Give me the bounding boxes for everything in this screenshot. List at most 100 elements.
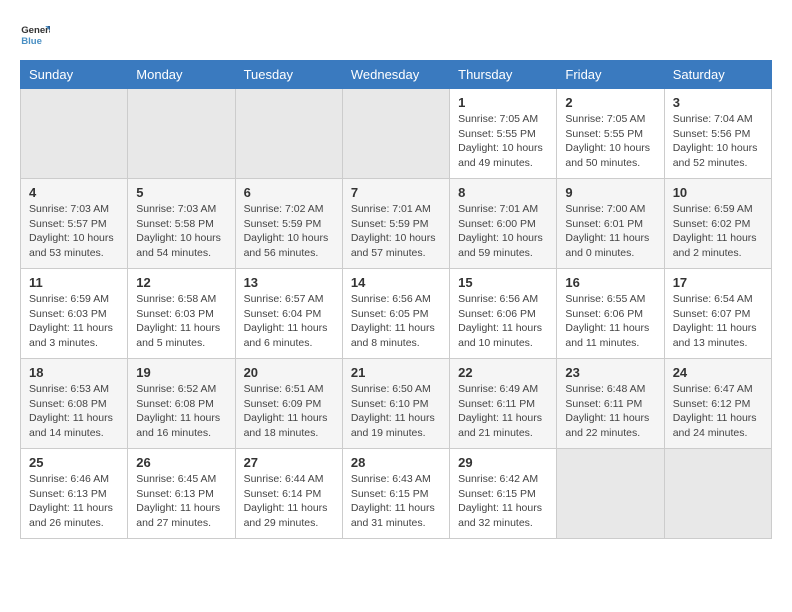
calendar-cell: 12Sunrise: 6:58 AM Sunset: 6:03 PM Dayli…	[128, 269, 235, 359]
day-number: 6	[244, 185, 334, 200]
day-header-friday: Friday	[557, 61, 664, 89]
day-info: Sunrise: 6:57 AM Sunset: 6:04 PM Dayligh…	[244, 292, 334, 351]
day-info: Sunrise: 6:46 AM Sunset: 6:13 PM Dayligh…	[29, 472, 119, 531]
calendar-cell: 2 Sunrise: 7:05 AM Sunset: 5:55 PM Daylig…	[557, 89, 664, 179]
day-info: Sunrise: 6:56 AM Sunset: 6:06 PM Dayligh…	[458, 292, 548, 351]
day-number: 28	[351, 455, 441, 470]
calendar-cell: 11 Sunrise: 6:59 AM Sunset: 6:03 PM Dayli…	[21, 269, 128, 359]
calendar-cell: 21 Sunrise: 6:50 AM Sunset: 6:10 PM Dayli…	[342, 359, 449, 449]
calendar-cell: 27 Sunrise: 6:44 AM Sunset: 6:14 PM Dayli…	[235, 449, 342, 539]
calendar-cell: 3 Sunrise: 7:04 AM Sunset: 5:56 PM Daylig…	[664, 89, 771, 179]
day-number: 7	[351, 185, 441, 200]
calendar-cell	[21, 89, 128, 179]
day-info: Sunrise: 6:52 AM Sunset: 6:08 PM Dayligh…	[136, 382, 226, 441]
day-info: Sunrise: 7:02 AM Sunset: 5:59 PM Dayligh…	[244, 202, 334, 261]
calendar-cell	[235, 89, 342, 179]
day-info: Sunrise: 6:47 AM Sunset: 6:12 PM Dayligh…	[673, 382, 763, 441]
day-number: 4	[29, 185, 119, 200]
day-header-thursday: Thursday	[450, 61, 557, 89]
day-number: 21	[351, 365, 441, 380]
day-number: 10	[673, 185, 763, 200]
day-info: Sunrise: 7:01 AM Sunset: 5:59 PM Dayligh…	[351, 202, 441, 261]
calendar-cell	[342, 89, 449, 179]
day-info: Sunrise: 6:45 AM Sunset: 6:13 PM Dayligh…	[136, 472, 226, 531]
day-info: Sunrise: 7:05 AM Sunset: 5:55 PM Dayligh…	[458, 112, 548, 171]
calendar-cell: 10 Sunrise: 6:59 AM Sunset: 6:02 PM Dayli…	[664, 179, 771, 269]
day-number: 14	[351, 275, 441, 290]
day-number: 27	[244, 455, 334, 470]
day-info: Sunrise: 6:42 AM Sunset: 6:15 PM Dayligh…	[458, 472, 548, 531]
day-info: Sunrise: 6:59 AM Sunset: 6:03 PM Dayligh…	[29, 292, 119, 351]
calendar-table: SundayMondayTuesdayWednesdayThursdayFrid…	[20, 60, 772, 539]
day-number: 11	[29, 275, 119, 290]
calendar-cell: 29 Sunrise: 6:42 AM Sunset: 6:15 PM Dayli…	[450, 449, 557, 539]
calendar-cell: 7 Sunrise: 7:01 AM Sunset: 5:59 PM Daylig…	[342, 179, 449, 269]
day-info: Sunrise: 6:44 AM Sunset: 6:14 PM Dayligh…	[244, 472, 334, 531]
day-header-saturday: Saturday	[664, 61, 771, 89]
day-number: 17	[673, 275, 763, 290]
header-row: SundayMondayTuesdayWednesdayThursdayFrid…	[21, 61, 772, 89]
calendar-cell: 8 Sunrise: 7:01 AM Sunset: 6:00 PM Daylig…	[450, 179, 557, 269]
calendar-cell: 13 Sunrise: 6:57 AM Sunset: 6:04 PM Dayli…	[235, 269, 342, 359]
day-info: Sunrise: 6:59 AM Sunset: 6:02 PM Dayligh…	[673, 202, 763, 261]
week-row-1: 1 Sunrise: 7:05 AM Sunset: 5:55 PM Daylig…	[21, 89, 772, 179]
week-row-4: 18Sunrise: 6:53 AM Sunset: 6:08 PM Dayli…	[21, 359, 772, 449]
day-info: Sunrise: 7:05 AM Sunset: 5:55 PM Dayligh…	[565, 112, 655, 171]
day-number: 8	[458, 185, 548, 200]
calendar-cell: 19 Sunrise: 6:52 AM Sunset: 6:08 PM Dayli…	[128, 359, 235, 449]
calendar-cell: 15 Sunrise: 6:56 AM Sunset: 6:06 PM Dayli…	[450, 269, 557, 359]
calendar-cell: 18Sunrise: 6:53 AM Sunset: 6:08 PM Dayli…	[21, 359, 128, 449]
day-number: 25	[29, 455, 119, 470]
calendar-cell: 25 Sunrise: 6:46 AM Sunset: 6:13 PM Dayli…	[21, 449, 128, 539]
day-number: 26	[136, 455, 226, 470]
calendar-cell: 22 Sunrise: 6:49 AM Sunset: 6:11 PM Dayli…	[450, 359, 557, 449]
week-row-2: 4 Sunrise: 7:03 AM Sunset: 5:57 PM Daylig…	[21, 179, 772, 269]
day-number: 24	[673, 365, 763, 380]
calendar-cell	[128, 89, 235, 179]
calendar-cell: 14Sunrise: 6:56 AM Sunset: 6:05 PM Dayli…	[342, 269, 449, 359]
logo-icon: General Blue	[20, 20, 50, 50]
calendar-cell	[664, 449, 771, 539]
day-number: 16	[565, 275, 655, 290]
calendar-cell: 24 Sunrise: 6:47 AM Sunset: 6:12 PM Dayli…	[664, 359, 771, 449]
day-number: 29	[458, 455, 548, 470]
calendar-cell: 6 Sunrise: 7:02 AM Sunset: 5:59 PM Daylig…	[235, 179, 342, 269]
day-number: 20	[244, 365, 334, 380]
day-info: Sunrise: 7:03 AM Sunset: 5:58 PM Dayligh…	[136, 202, 226, 261]
day-number: 15	[458, 275, 548, 290]
day-number: 1	[458, 95, 548, 110]
day-number: 9	[565, 185, 655, 200]
page-header: General Blue	[20, 20, 772, 50]
day-info: Sunrise: 6:51 AM Sunset: 6:09 PM Dayligh…	[244, 382, 334, 441]
calendar-cell: 4 Sunrise: 7:03 AM Sunset: 5:57 PM Daylig…	[21, 179, 128, 269]
calendar-cell: 1 Sunrise: 7:05 AM Sunset: 5:55 PM Daylig…	[450, 89, 557, 179]
day-info: Sunrise: 7:01 AM Sunset: 6:00 PM Dayligh…	[458, 202, 548, 261]
day-number: 19	[136, 365, 226, 380]
day-info: Sunrise: 6:50 AM Sunset: 6:10 PM Dayligh…	[351, 382, 441, 441]
day-info: Sunrise: 7:03 AM Sunset: 5:57 PM Dayligh…	[29, 202, 119, 261]
day-info: Sunrise: 6:43 AM Sunset: 6:15 PM Dayligh…	[351, 472, 441, 531]
calendar-cell: 9Sunrise: 7:00 AM Sunset: 6:01 PM Daylig…	[557, 179, 664, 269]
week-row-5: 25 Sunrise: 6:46 AM Sunset: 6:13 PM Dayli…	[21, 449, 772, 539]
day-info: Sunrise: 6:49 AM Sunset: 6:11 PM Dayligh…	[458, 382, 548, 441]
svg-text:Blue: Blue	[21, 36, 42, 47]
day-info: Sunrise: 7:04 AM Sunset: 5:56 PM Dayligh…	[673, 112, 763, 171]
calendar-cell	[557, 449, 664, 539]
day-number: 22	[458, 365, 548, 380]
day-header-sunday: Sunday	[21, 61, 128, 89]
calendar-cell: 17 Sunrise: 6:54 AM Sunset: 6:07 PM Dayli…	[664, 269, 771, 359]
calendar-cell: 26 Sunrise: 6:45 AM Sunset: 6:13 PM Dayli…	[128, 449, 235, 539]
day-info: Sunrise: 6:48 AM Sunset: 6:11 PM Dayligh…	[565, 382, 655, 441]
calendar-cell: 23Sunrise: 6:48 AM Sunset: 6:11 PM Dayli…	[557, 359, 664, 449]
calendar-cell: 16 Sunrise: 6:55 AM Sunset: 6:06 PM Dayli…	[557, 269, 664, 359]
day-info: Sunrise: 6:58 AM Sunset: 6:03 PM Dayligh…	[136, 292, 226, 351]
day-number: 2	[565, 95, 655, 110]
svg-text:General: General	[21, 25, 50, 36]
logo: General Blue	[20, 20, 50, 50]
day-info: Sunrise: 6:54 AM Sunset: 6:07 PM Dayligh…	[673, 292, 763, 351]
day-header-wednesday: Wednesday	[342, 61, 449, 89]
day-number: 13	[244, 275, 334, 290]
calendar-cell: 5Sunrise: 7:03 AM Sunset: 5:58 PM Daylig…	[128, 179, 235, 269]
day-number: 3	[673, 95, 763, 110]
day-info: Sunrise: 6:55 AM Sunset: 6:06 PM Dayligh…	[565, 292, 655, 351]
